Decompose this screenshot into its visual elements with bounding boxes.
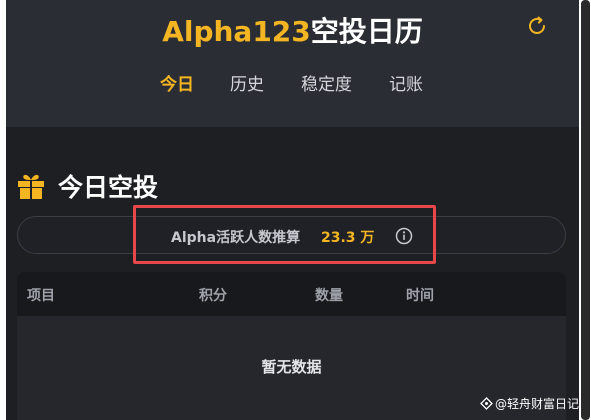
section-title: 今日空投 — [58, 173, 159, 202]
column-header-quantity: 数量 — [315, 288, 343, 304]
tab-ledger[interactable]: 记账 — [389, 70, 423, 95]
title-accent: Alpha123 — [162, 15, 311, 48]
tab-stability[interactable]: 稳定度 — [301, 70, 352, 95]
tab-today[interactable]: 今日 — [160, 70, 194, 95]
header: Alpha123空投日历 今日 历史 稳定度 记账 — [6, 0, 579, 127]
watermark-text: @轻舟财富日记 — [495, 397, 580, 411]
table-header: 项目 积分 数量 时间 — [17, 272, 566, 316]
refresh-icon[interactable] — [525, 14, 549, 38]
watermark-icon — [480, 397, 493, 410]
nav-tabs: 今日 历史 稳定度 记账 — [6, 70, 579, 98]
empty-state-text: 暂无数据 — [261, 358, 322, 376]
page-title: Alpha123空投日历 — [6, 10, 579, 50]
gift-icon — [16, 171, 46, 201]
scrollbar[interactable] — [579, 0, 591, 420]
highlight-box — [133, 205, 436, 264]
column-header-project: 项目 — [27, 288, 55, 304]
column-header-time: 时间 — [406, 288, 434, 304]
tab-history[interactable]: 历史 — [230, 70, 264, 95]
column-header-points: 积分 — [199, 288, 227, 304]
title-rest: 空投日历 — [310, 15, 423, 48]
watermark: @轻舟财富日记 — [480, 395, 579, 412]
scrollbar-thumb[interactable] — [581, 0, 590, 420]
